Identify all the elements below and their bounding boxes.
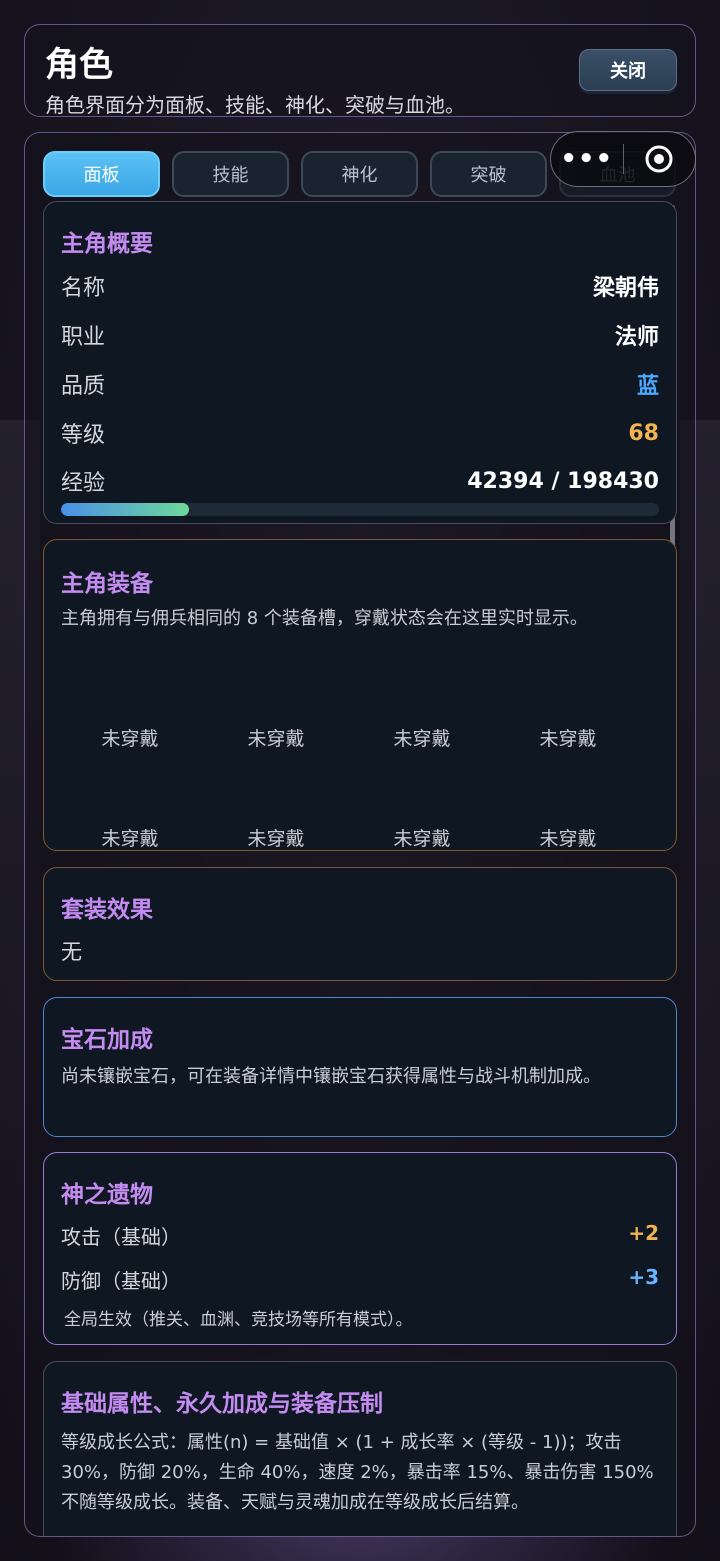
overview-row-name: 名称 梁朝伟 <box>61 270 659 302</box>
row-label: 等级 <box>61 423 106 448</box>
page-header: 角色 角色界面分为面板、技能、神化、突破与血池。 关闭 <box>24 24 696 117</box>
equipment-slot[interactable]: 未穿戴 <box>203 824 349 851</box>
tab-panel[interactable]: 面板 <box>43 151 160 197</box>
base-attributes-card: 基础属性、永久加成与装备压制 等级成长公式：属性(n) = 基础值 × (1 +… <box>43 1361 677 1536</box>
page-title: 角色 <box>45 45 113 85</box>
overview-card: 主角概要 名称 梁朝伟 职业 法师 品质 蓝 等级 68 经验 42394 / … <box>43 201 677 524</box>
exp-progress-fill <box>61 503 189 516</box>
gem-description: 尚未镶嵌宝石，可在装备详情中镶嵌宝石获得属性与战斗机制加成。 <box>61 1066 601 1087</box>
set-effect-value: 无 <box>61 940 82 964</box>
tab-deify[interactable]: 神化 <box>301 151 418 197</box>
relic-label: 攻击（基础） <box>61 1225 181 1249</box>
tab-breakthrough[interactable]: 突破 <box>430 151 547 197</box>
row-label: 经验 <box>61 471 106 496</box>
relic-row-defense: 防御（基础） +3 <box>61 1265 659 1294</box>
gem-bonus-card: 宝石加成 尚未镶嵌宝石，可在装备详情中镶嵌宝石获得属性与战斗机制加成。 <box>43 997 677 1137</box>
equipment-slot[interactable]: 未穿戴 <box>57 824 203 851</box>
relic-title: 神之遗物 <box>61 1182 153 1208</box>
character-panel: 面板 技能 神化 突破 血池 主角概要 名称 梁朝伟 职业 法师 品质 蓝 等级… <box>24 132 696 1537</box>
set-effect-card: 套装效果 无 <box>43 867 677 981</box>
overview-row-class: 职业 法师 <box>61 319 659 351</box>
relic-card: 神之遗物 攻击（基础） +2 防御（基础） +3 全局生效（推关、血渊、竞技场等… <box>43 1152 677 1345</box>
equipment-card: 主角装备 主角拥有与佣兵相同的 8 个装备槽，穿戴状态会在这里实时显示。 未穿戴… <box>43 539 677 851</box>
miniprogram-capsule: ••• <box>550 131 696 187</box>
relic-value: +2 <box>628 1221 659 1245</box>
equipment-slot[interactable]: 未穿戴 <box>349 724 495 751</box>
exp-progress-bar <box>61 503 659 516</box>
equipment-slot[interactable]: 未穿戴 <box>495 824 641 851</box>
equipment-slot[interactable]: 未穿戴 <box>495 724 641 751</box>
row-value: 法师 <box>614 325 659 350</box>
row-value: 42394 / 198430 <box>467 468 659 494</box>
equipment-slot[interactable]: 未穿戴 <box>349 824 495 851</box>
equipment-slot[interactable]: 未穿戴 <box>57 724 203 751</box>
overview-row-exp: 经验 42394 / 198430 <box>61 465 659 497</box>
relic-row-attack: 攻击（基础） +2 <box>61 1221 659 1250</box>
equipment-title: 主角装备 <box>61 571 153 597</box>
row-label: 职业 <box>61 325 106 350</box>
row-value: 蓝 <box>636 374 659 399</box>
row-label: 品质 <box>61 374 106 399</box>
close-button[interactable]: 关闭 <box>579 49 677 91</box>
content-scroll[interactable]: 主角概要 名称 梁朝伟 职业 法师 品质 蓝 等级 68 经验 42394 / … <box>43 201 677 1536</box>
equipment-slot[interactable]: 未穿戴 <box>203 724 349 751</box>
tab-skills[interactable]: 技能 <box>172 151 289 197</box>
overview-row-quality: 品质 蓝 <box>61 368 659 400</box>
set-effect-title: 套装效果 <box>61 897 153 923</box>
base-title: 基础属性、永久加成与装备压制 <box>61 1391 383 1417</box>
row-label: 名称 <box>61 276 106 301</box>
relic-value: +3 <box>628 1265 659 1289</box>
row-value: 梁朝伟 <box>592 276 659 301</box>
more-icon[interactable]: ••• <box>551 144 623 174</box>
target-icon[interactable] <box>624 143 696 175</box>
base-description: 等级成长公式：属性(n) = 基础值 × (1 + 成长率 × (等级 - 1)… <box>61 1432 654 1513</box>
overview-title: 主角概要 <box>61 231 153 257</box>
relic-note: 全局生效（推关、血渊、竞技场等所有模式）。 <box>64 1310 413 1330</box>
relic-label: 防御（基础） <box>61 1269 181 1293</box>
page-subtitle: 角色界面分为面板、技能、神化、突破与血池。 <box>45 93 465 117</box>
gem-title: 宝石加成 <box>61 1027 153 1053</box>
overview-row-level: 等级 68 <box>61 417 659 449</box>
equipment-description: 主角拥有与佣兵相同的 8 个装备槽，穿戴状态会在这里实时显示。 <box>61 608 588 629</box>
row-value: 68 <box>628 420 659 446</box>
